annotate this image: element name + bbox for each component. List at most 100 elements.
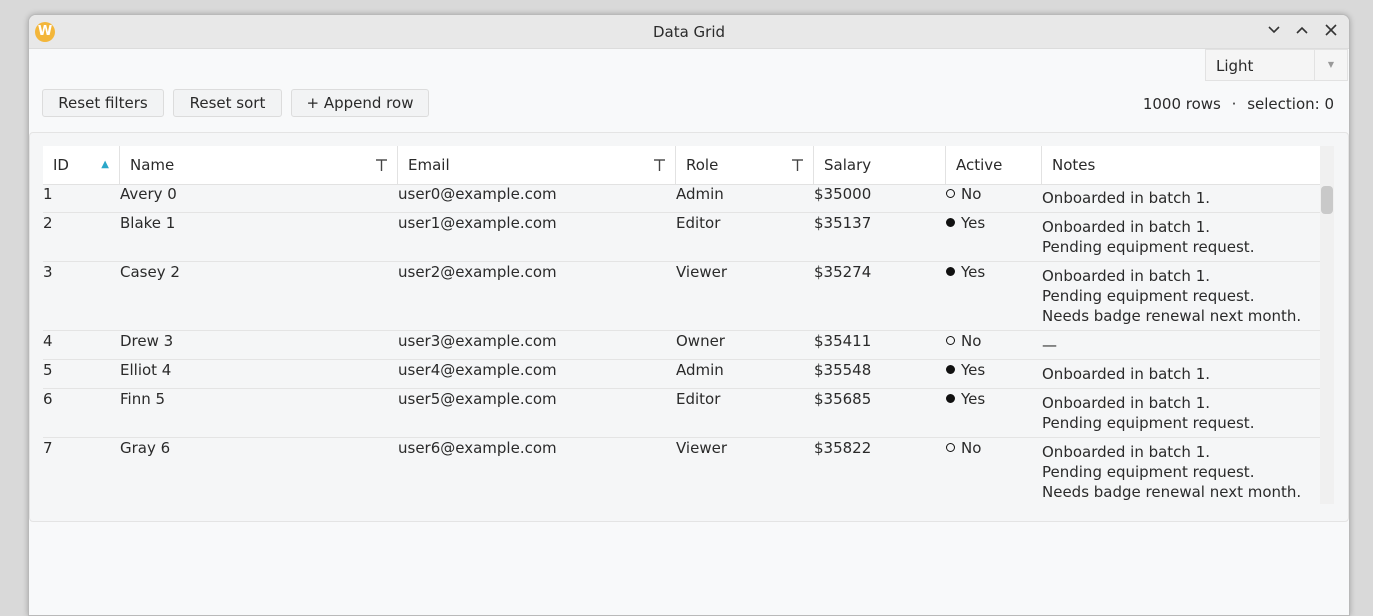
filter-icon[interactable] [376, 159, 387, 171]
filled-circle-icon [946, 218, 955, 227]
cell-active: Yes [946, 213, 985, 233]
cell-role: Editor [676, 390, 721, 408]
empty-circle-icon [946, 336, 955, 345]
window-title: Data Grid [652, 23, 726, 41]
filter-icon[interactable] [792, 159, 803, 171]
table-row[interactable]: 1 Avery 0 user0@example.com Admin $35000 No On… [43, 184, 1320, 213]
cell-name: Gray 6 [120, 439, 171, 457]
table-row[interactable]: 3 Casey 2 user2@example.com Viewer $35274 Yes… [43, 262, 1320, 331]
vertical-scrollbar[interactable] [1320, 146, 1334, 504]
cell-name: Avery 0 [120, 185, 177, 203]
column-header-email[interactable]: Email [398, 146, 676, 184]
cell-active: Yes [946, 360, 985, 380]
chevron-down-icon [1268, 26, 1280, 34]
cell-name: Casey 2 [120, 263, 180, 281]
cell-active: No [946, 331, 981, 351]
reset-filters-button[interactable]: Reset filters [42, 89, 164, 117]
cell-notes: Onboarded in batch 1. Pending equipment r… [1042, 217, 1254, 257]
scrollbar-thumb[interactable] [1321, 186, 1333, 214]
filled-circle-icon [946, 394, 955, 403]
cell-notes: Onboarded in batch 1. Pending equipment r… [1042, 393, 1254, 433]
active-label: No [961, 332, 982, 350]
column-header-label: ID [53, 156, 69, 174]
cell-salary: $35137 [814, 214, 872, 232]
column-header-id[interactable]: ID ▲ [43, 146, 120, 184]
column-header-label: Name [130, 156, 175, 174]
note-line: Onboarded in batch 1. [1042, 394, 1211, 412]
status-bar: 1000 rows · selection: 0 [1143, 95, 1334, 113]
active-label: Yes [961, 214, 986, 232]
empty-circle-icon [946, 443, 955, 452]
table-row[interactable]: 4 Drew 3 user3@example.com Owner $35411 No — [43, 331, 1320, 360]
theme-select[interactable]: Light ▼ [1205, 49, 1348, 81]
cell-notes: Onboarded in batch 1. Pending equipment r… [1042, 442, 1301, 502]
active-label: No [961, 439, 982, 457]
cell-email: user3@example.com [398, 332, 557, 350]
note-line: Onboarded in batch 1. [1042, 218, 1211, 236]
cell-id: 7 [43, 439, 53, 457]
cell-salary: $35000 [814, 185, 872, 203]
cell-email: user2@example.com [398, 263, 557, 281]
column-header-active[interactable]: Active [946, 146, 1042, 184]
app-window: W Data Grid Light ▼ Reset filters Reset … [28, 14, 1350, 616]
grid-header: ID ▲ Name Email Role Salary Active Notes [43, 146, 1320, 185]
cell-id: 5 [43, 361, 53, 379]
column-header-role[interactable]: Role [676, 146, 814, 184]
cell-active: Yes [946, 262, 985, 282]
cell-role: Admin [676, 185, 724, 203]
cell-id: 2 [43, 214, 53, 232]
column-header-label: Email [408, 156, 450, 174]
cell-id: 1 [43, 185, 53, 203]
table-row[interactable]: 7 Gray 6 user6@example.com Viewer $35822 No On… [43, 438, 1320, 504]
note-line: Needs badge renewal next month. [1042, 483, 1302, 501]
cell-active: No [946, 438, 981, 458]
cell-role: Admin [676, 361, 724, 379]
close-icon [1325, 24, 1337, 36]
cell-salary: $35548 [814, 361, 872, 379]
note-line: Pending equipment request. [1042, 287, 1255, 305]
cell-salary: $35274 [814, 263, 872, 281]
chevron-up-icon [1296, 26, 1308, 34]
note-line: Onboarded in batch 1. [1042, 267, 1211, 285]
note-line: Pending equipment request. [1042, 463, 1255, 481]
note-line: Onboarded in batch 1. [1042, 365, 1211, 383]
data-grid: ID ▲ Name Email Role Salary Active Notes… [43, 146, 1320, 504]
table-row[interactable]: 6 Finn 5 user5@example.com Editor $35685 Yes O… [43, 389, 1320, 438]
selection-count: selection: 0 [1247, 95, 1334, 113]
cell-id: 6 [43, 390, 53, 408]
cell-role: Editor [676, 214, 721, 232]
column-header-name[interactable]: Name [120, 146, 398, 184]
reset-sort-button[interactable]: Reset sort [173, 89, 282, 117]
row-count: 1000 rows [1142, 95, 1221, 113]
close-button[interactable] [1320, 21, 1342, 43]
active-label: Yes [961, 361, 986, 379]
active-label: Yes [961, 390, 986, 408]
cell-name: Blake 1 [120, 214, 176, 232]
cell-salary: $35411 [814, 332, 872, 350]
table-row[interactable]: 5 Elliot 4 user4@example.com Admin $35548 Yes… [43, 360, 1320, 389]
column-header-label: Salary [824, 156, 872, 174]
note-line: Needs badge renewal next month. [1042, 307, 1302, 325]
cell-id: 4 [43, 332, 53, 350]
column-header-notes[interactable]: Notes [1042, 146, 1320, 184]
filter-icon[interactable] [654, 159, 665, 171]
cell-active: Yes [946, 389, 985, 409]
cell-role: Owner [676, 332, 725, 350]
cell-notes: Onboarded in batch 1. Pending equipment r… [1042, 266, 1301, 326]
sort-ascending-icon: ▲ [101, 159, 109, 170]
cell-salary: $35822 [814, 439, 872, 457]
cell-email: user6@example.com [398, 439, 557, 457]
status-separator: · [1231, 95, 1237, 113]
column-header-salary[interactable]: Salary [814, 146, 946, 184]
minimize-button[interactable] [1263, 21, 1285, 43]
note-line: Onboarded in batch 1. [1042, 443, 1211, 461]
empty-circle-icon [946, 189, 955, 198]
table-row[interactable]: 2 Blake 1 user1@example.com Editor $35137 Yes… [43, 213, 1320, 262]
cell-email: user5@example.com [398, 390, 557, 408]
cell-role: Viewer [676, 263, 727, 281]
cell-notes: Onboarded in batch 1. [1042, 364, 1210, 384]
maximize-button[interactable] [1291, 21, 1313, 43]
cell-salary: $35685 [814, 390, 872, 408]
append-row-button[interactable]: + Append row [291, 89, 429, 117]
cell-active: No [946, 184, 981, 204]
